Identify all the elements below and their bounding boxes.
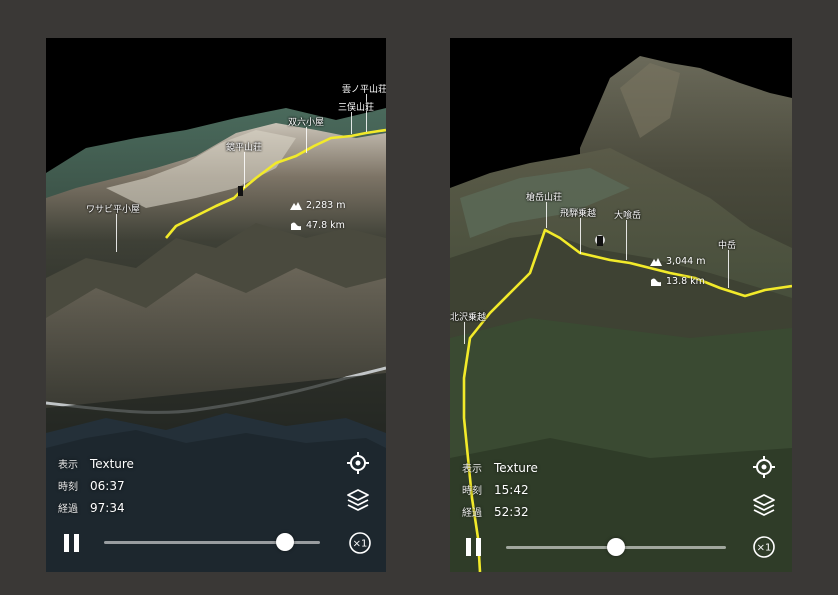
leader-line (244, 152, 245, 188)
locate-icon (347, 452, 369, 474)
info-elapsed: 経過 97:34 (58, 500, 125, 516)
right-map-screen[interactable]: 槍岳山荘 飛騨乗越 大喰岳 中岳 北沢乗越 3,044 m 13.8 km 表示… (450, 38, 792, 572)
elapsed-value: 97:34 (90, 500, 125, 515)
label-mitsumata: 三俣山荘 (338, 103, 375, 113)
speed-icon: ×1 (753, 536, 775, 558)
layers-button[interactable] (751, 492, 777, 518)
layers-icon (347, 489, 369, 511)
distance-icon (291, 222, 301, 230)
leader-line (728, 250, 729, 288)
leader-line (351, 112, 352, 134)
speed-icon: ×1 (349, 532, 371, 554)
locate-button[interactable] (345, 450, 371, 476)
mountain-icon (650, 258, 662, 266)
time-key: 時刻 (58, 482, 78, 493)
distance-value: 13.8 km (666, 276, 705, 287)
info-time: 時刻 15:42 (462, 482, 529, 498)
leader-line (546, 202, 547, 228)
time-key: 時刻 (462, 486, 482, 497)
leader-line (464, 322, 465, 344)
playback-slider[interactable] (506, 538, 726, 556)
leader-line (116, 214, 117, 252)
pause-button[interactable] (62, 532, 82, 554)
elevation-stat: 2,283 m (290, 200, 345, 211)
elevation-value: 2,283 m (306, 200, 346, 211)
svg-text:×1: ×1 (353, 539, 368, 550)
distance-stat: 13.8 km (650, 276, 705, 287)
time-value: 15:42 (494, 482, 529, 497)
elevation-stat: 3,044 m (650, 256, 705, 267)
info-time: 時刻 06:37 (58, 478, 125, 494)
display-value: Texture (494, 460, 538, 475)
layers-button[interactable] (345, 487, 371, 513)
mountain-icon (290, 202, 302, 210)
speed-button[interactable]: ×1 (751, 534, 777, 560)
label-hida: 飛騨乗越 (560, 209, 597, 219)
elevation-value: 3,044 m (666, 256, 706, 267)
elapsed-value: 52:32 (494, 504, 529, 519)
pause-button[interactable] (464, 536, 484, 558)
display-key: 表示 (58, 460, 78, 471)
display-value: Texture (90, 456, 134, 471)
label-wasabi: ワサビ平小屋 (86, 205, 141, 215)
leader-line (306, 127, 307, 153)
locate-icon (753, 456, 775, 478)
playback-slider[interactable] (104, 533, 320, 551)
time-value: 06:37 (90, 478, 125, 493)
display-key: 表示 (462, 464, 482, 475)
distance-stat: 47.8 km (290, 220, 345, 231)
label-yarigatake: 槍岳山荘 (526, 193, 563, 203)
leader-line (580, 218, 581, 254)
left-map-screen[interactable]: 雲ノ平山荘 三俣山荘 双六小屋 鏡平山荘 ワサビ平小屋 2,283 m 47.8… (46, 38, 386, 572)
elapsed-key: 経過 (58, 504, 78, 515)
pause-icon (466, 538, 481, 556)
layers-icon (753, 494, 775, 516)
svg-text:×1: ×1 (757, 543, 772, 554)
speed-button[interactable]: ×1 (347, 530, 373, 556)
leader-line (626, 220, 627, 260)
distance-icon (651, 278, 661, 286)
label-obami: 大喰岳 (614, 211, 642, 221)
locate-button[interactable] (751, 454, 777, 480)
info-display: 表示 Texture (58, 456, 134, 472)
distance-value: 47.8 km (306, 220, 345, 231)
info-display: 表示 Texture (462, 460, 538, 476)
label-naka: 中岳 (718, 241, 737, 251)
label-kumonotaira: 雲ノ平山荘 (342, 85, 386, 95)
pause-icon (64, 534, 79, 552)
slider-thumb[interactable] (607, 538, 625, 556)
elapsed-key: 経過 (462, 508, 482, 519)
info-elapsed: 経過 52:32 (462, 504, 529, 520)
label-kitasawa: 北沢乗越 (450, 313, 487, 323)
